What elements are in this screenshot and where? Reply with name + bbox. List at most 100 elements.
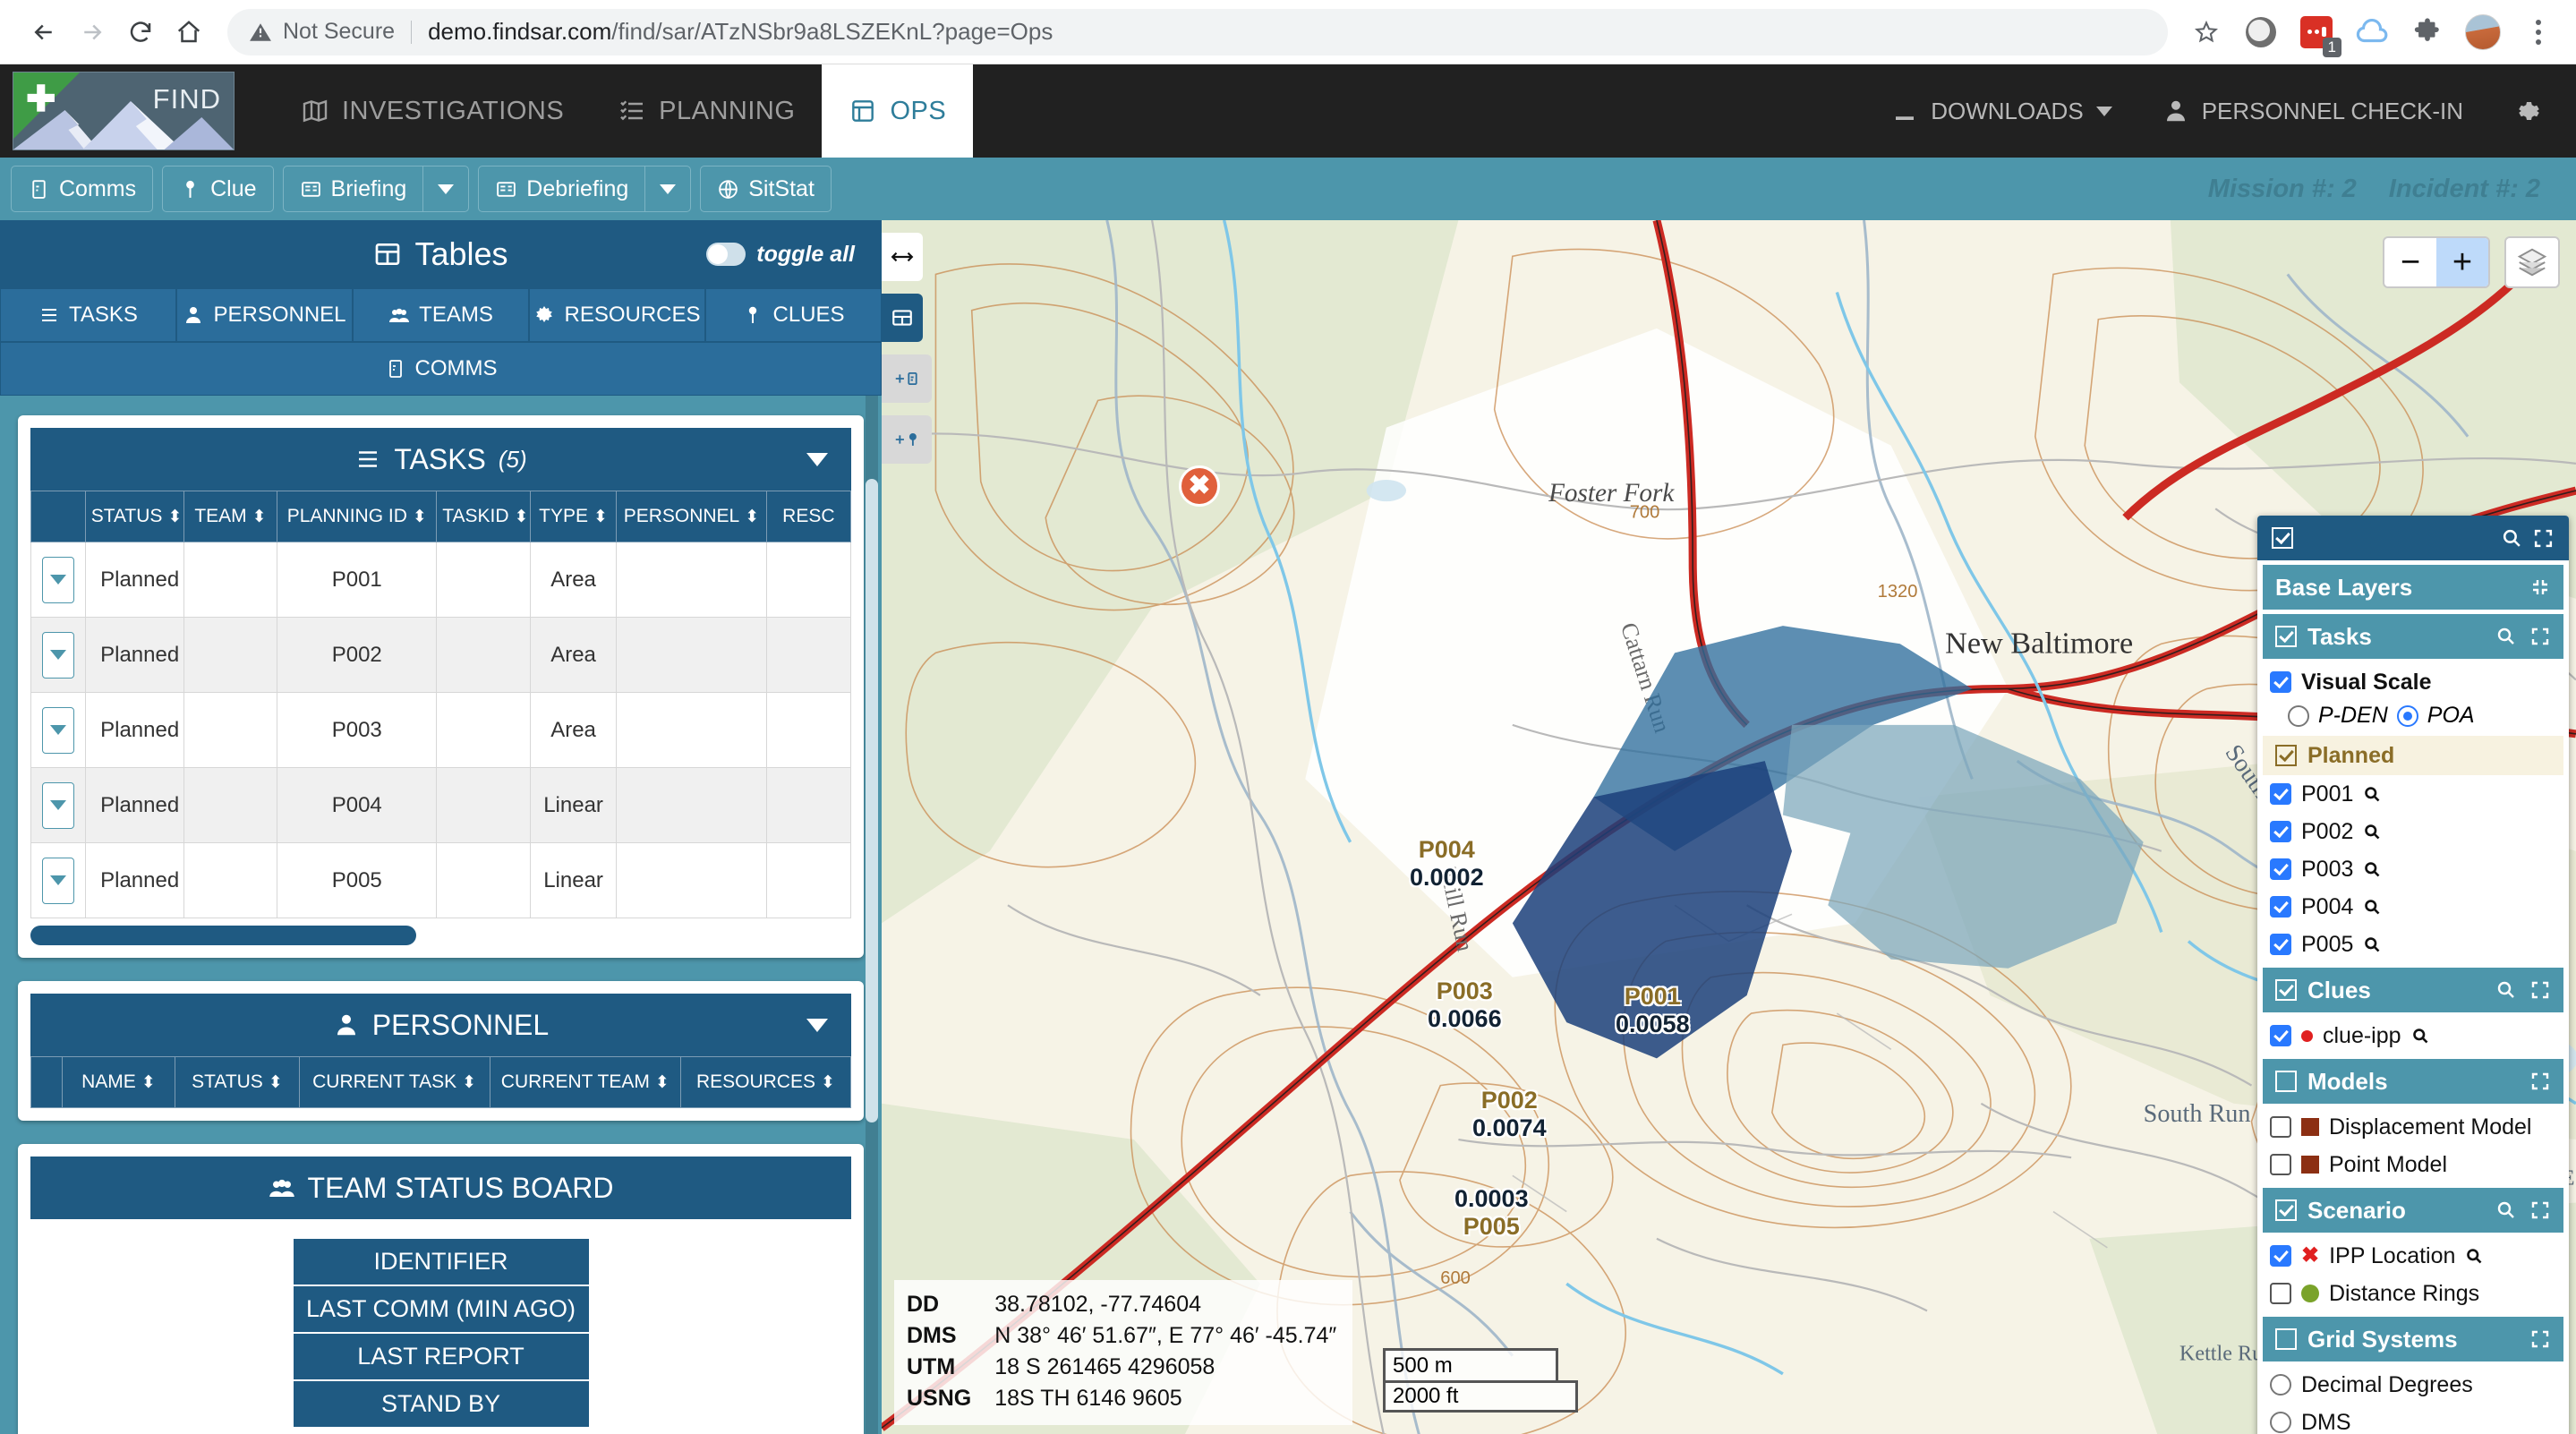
p001-checkbox[interactable] (2270, 783, 2291, 805)
planned-checkbox[interactable] (2275, 745, 2297, 766)
debriefing-button[interactable]: Debriefing (478, 166, 645, 212)
nav-tab-ops[interactable]: OPS (822, 64, 974, 158)
back-button[interactable] (20, 8, 68, 56)
th-planning-id[interactable]: PLANNING ID ⬍ (277, 491, 438, 542)
layer-item-p004[interactable]: P004 (2257, 888, 2569, 926)
expand-row-button[interactable] (41, 631, 74, 679)
layer-group-models-checkbox[interactable] (2275, 1071, 2297, 1092)
half-circle-extension-icon[interactable] (2243, 14, 2279, 50)
add-comms-button[interactable] (882, 354, 932, 403)
layer-item-p002[interactable]: P002 (2257, 813, 2569, 850)
layer-item-decimal-degrees[interactable]: Decimal Degrees (2257, 1366, 2569, 1404)
th-status[interactable]: STATUS ⬍ (84, 491, 184, 542)
red-extension-icon[interactable]: 1 (2299, 14, 2341, 57)
layer-item-clue-ipp[interactable]: clue-ipp (2257, 1017, 2569, 1054)
th-status[interactable]: STATUS ⬍ (175, 1056, 300, 1108)
add-clue-button[interactable] (882, 415, 932, 464)
expand-row-button[interactable] (41, 781, 74, 829)
p005-checkbox[interactable] (2270, 934, 2291, 955)
p004-checkbox[interactable] (2270, 896, 2291, 918)
search-icon[interactable] (2363, 898, 2382, 917)
layer-group-scenario-checkbox[interactable] (2275, 1199, 2297, 1221)
table-row[interactable]: Planned P004 Linear (30, 767, 852, 843)
ipp-marker[interactable]: ✖ (1179, 465, 1220, 507)
th-current-team[interactable]: CURRENT TEAM ⬍ (489, 1056, 681, 1108)
avatar[interactable] (2465, 13, 2501, 50)
clue-button[interactable]: Clue (162, 166, 274, 212)
expand-row-button[interactable] (41, 556, 74, 603)
expand-icon[interactable] (2529, 1328, 2551, 1350)
expand-icon[interactable] (2529, 1071, 2551, 1092)
chevron-down-icon[interactable] (806, 1018, 828, 1032)
th-current-task[interactable]: CURRENT TASK ⬍ (298, 1056, 490, 1108)
cloud-extension-icon[interactable] (2354, 14, 2390, 50)
th-taskid[interactable]: TASKID ⬍ (436, 491, 531, 542)
p002-checkbox[interactable] (2270, 821, 2291, 842)
radio-p-den[interactable] (2288, 704, 2309, 727)
table-row[interactable]: Planned P002 Area (30, 617, 852, 693)
home-button[interactable] (165, 8, 213, 56)
layer-item-displacement-model[interactable]: Displacement Model (2257, 1108, 2569, 1146)
tab-comms[interactable]: COMMS (0, 342, 882, 396)
decimal-degrees-radio[interactable] (2270, 1374, 2291, 1396)
search-icon[interactable] (2495, 979, 2517, 1001)
layer-group-models[interactable]: Models (2263, 1059, 2563, 1104)
tables-scroll-area[interactable]: TASKS (5) STATUS ⬍ TEAM ⬍ PLANNING ID ⬍ TAS… (0, 396, 882, 1434)
layers-toggle-button[interactable] (2504, 236, 2560, 288)
expand-row-button[interactable] (41, 706, 74, 754)
layer-group-clues[interactable]: Clues (2263, 968, 2563, 1012)
search-icon[interactable] (2363, 935, 2382, 954)
layer-group-grid-checkbox[interactable] (2275, 1328, 2297, 1350)
expand-icon[interactable] (2529, 1199, 2551, 1221)
layer-item-distance-rings[interactable]: Distance Rings (2257, 1275, 2569, 1312)
visual-scale-checkbox[interactable] (2270, 671, 2291, 693)
th-team[interactable]: TEAM ⬍ (183, 491, 278, 542)
tab-tasks[interactable]: TASKS (0, 288, 176, 342)
map-canvas[interactable]: Foster Fork New Baltimore Broken Hill Ca… (882, 220, 2576, 1434)
th-resources[interactable]: RESOURCES ⬍ (679, 1056, 852, 1108)
ipp-location-checkbox[interactable] (2270, 1245, 2291, 1267)
layer-item-point-model[interactable]: Point Model (2257, 1146, 2569, 1183)
app-logo[interactable]: ✚ FIND (13, 72, 235, 150)
tab-teams[interactable]: TEAMS (353, 288, 529, 342)
comms-button[interactable]: Comms (11, 166, 154, 212)
scrollbar-thumb[interactable] (866, 478, 878, 1122)
debriefing-dropdown-button[interactable] (644, 166, 692, 212)
table-row[interactable]: Planned P005 Linear (30, 842, 852, 918)
sidebar-vertical-scrollbar[interactable] (866, 396, 878, 1434)
row-expand-cell[interactable] (30, 692, 86, 768)
layer-group-base-layers[interactable]: Base Layers (2263, 565, 2563, 610)
nav-tab-planning[interactable]: PLANNING (591, 64, 822, 158)
dms-radio[interactable] (2270, 1412, 2291, 1433)
th-resources[interactable]: RESC (765, 491, 852, 542)
point-model-checkbox[interactable] (2270, 1154, 2291, 1175)
radio-poa[interactable] (2396, 704, 2418, 727)
search-icon[interactable] (2495, 1199, 2517, 1221)
expand-icon[interactable] (2529, 626, 2551, 647)
toggle-tables-button[interactable] (882, 294, 923, 342)
chevron-down-icon[interactable] (806, 452, 828, 466)
row-expand-cell[interactable] (30, 767, 86, 843)
search-icon[interactable] (2363, 823, 2382, 841)
personnel-checkin-button[interactable]: PERSONNEL CHECK-IN (2162, 98, 2463, 125)
search-icon[interactable] (2501, 527, 2523, 550)
downloads-menu[interactable]: DOWNLOADS (1891, 98, 2112, 125)
resize-panel-handle[interactable] (882, 233, 923, 281)
clue-ipp-checkbox[interactable] (2270, 1025, 2291, 1046)
zoom-in-button[interactable]: + (2436, 238, 2488, 286)
tab-personnel[interactable]: PERSONNEL (176, 288, 353, 342)
scrollbar-thumb[interactable] (30, 926, 416, 945)
layers-master-checkbox[interactable] (2272, 527, 2293, 549)
briefing-button[interactable]: Briefing (282, 166, 423, 212)
layer-group-tasks-checkbox[interactable] (2275, 626, 2297, 647)
settings-button[interactable] (2513, 98, 2540, 124)
layer-group-clues-checkbox[interactable] (2275, 979, 2297, 1001)
puzzle-extensions-icon[interactable] (2410, 14, 2445, 50)
expand-icon[interactable] (2529, 979, 2551, 1001)
layer-item-dms[interactable]: DMS (2257, 1404, 2569, 1434)
search-icon[interactable] (2411, 1027, 2430, 1046)
search-icon[interactable] (2495, 626, 2517, 647)
search-icon[interactable] (2465, 1247, 2484, 1266)
forward-button[interactable] (68, 8, 116, 56)
layer-group-grid-systems[interactable]: Grid Systems (2263, 1317, 2563, 1361)
